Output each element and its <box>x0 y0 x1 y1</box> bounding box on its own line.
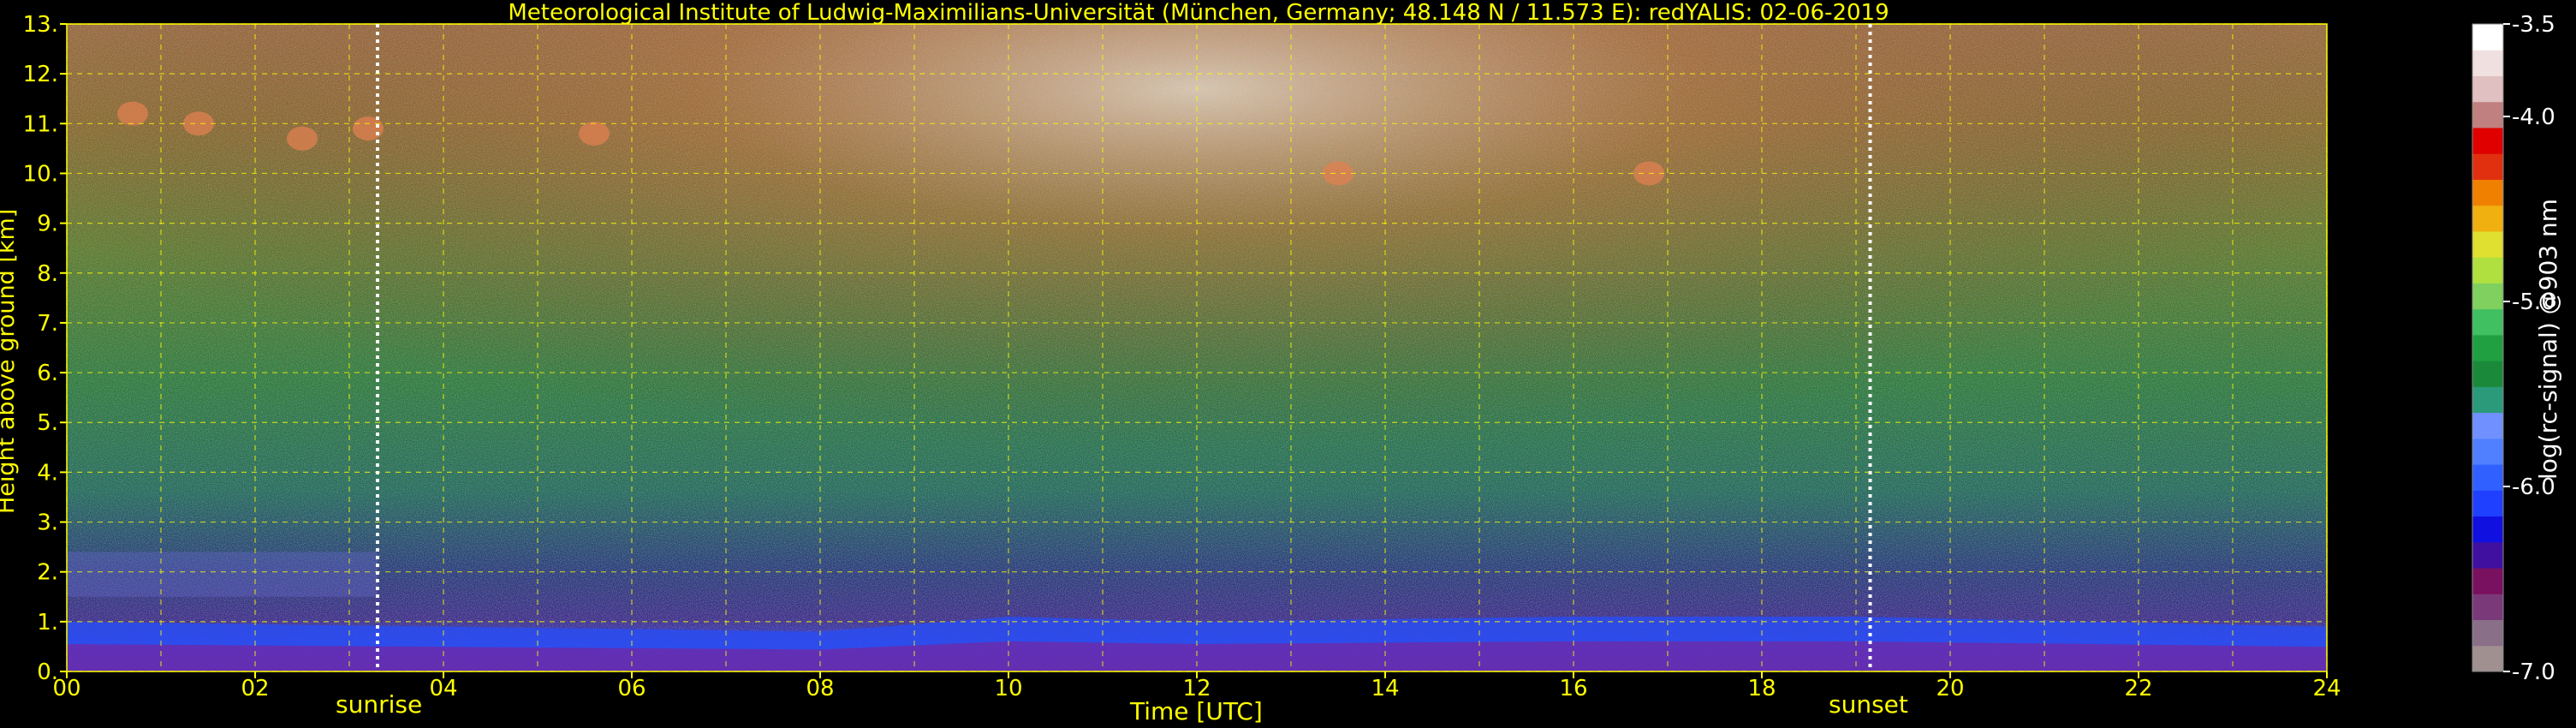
colorbar-segment <box>2472 179 2503 206</box>
lidar-chart: Meteorological Institute of Ludwig-Maxim… <box>0 0 2576 728</box>
x-tick-label: 22 <box>2124 676 2152 701</box>
colorbar-segment <box>2472 308 2503 336</box>
colorbar-segment <box>2472 205 2503 232</box>
x-tick-label: 20 <box>1936 676 1964 701</box>
colorbar-segment <box>2472 568 2503 594</box>
y-tick-label: 11. <box>23 111 58 137</box>
colorbar-segment <box>2472 230 2503 258</box>
cloud-patch <box>183 111 214 136</box>
colorbar-segment <box>2472 619 2503 647</box>
colorbar-label: log(rc-signal) @903 nm <box>2534 198 2562 480</box>
colorbar-tick-label: -3.5 <box>2512 12 2555 38</box>
sunrise-label: sunrise <box>336 690 423 719</box>
y-tick-label: 8. <box>37 261 58 287</box>
x-tick-label: 08 <box>806 676 834 701</box>
y-tick-label: 5. <box>37 410 58 436</box>
colorbar-segment <box>2472 412 2503 439</box>
colorbar-segment <box>2472 386 2503 414</box>
y-tick-label: 3. <box>37 510 58 536</box>
colorbar-segment <box>2472 101 2503 128</box>
colorbar-segment <box>2472 75 2503 103</box>
y-tick-label: 7. <box>37 311 58 337</box>
colorbar-segment <box>2472 153 2503 180</box>
y-tick-label: 0. <box>37 659 58 685</box>
y-tick-label: 10. <box>23 161 58 187</box>
colorbar-segment <box>2472 516 2503 543</box>
colorbar-segment <box>2472 283 2503 310</box>
colorbar-segment <box>2472 464 2503 491</box>
y-tick-label: 9. <box>37 212 58 237</box>
colorbar-segment <box>2472 334 2503 361</box>
x-tick-label: 16 <box>1559 676 1587 701</box>
y-tick-label: 4. <box>37 460 58 486</box>
y-tick-label: 2. <box>37 560 58 586</box>
y-tick-label: 6. <box>37 361 58 386</box>
x-tick-label: 02 <box>241 676 269 701</box>
residual-layer <box>67 552 378 597</box>
y-tick-label: 13. <box>23 12 58 38</box>
colorbar-segment <box>2472 490 2503 517</box>
y-tick-label: 12. <box>23 62 58 87</box>
colorbar-segment <box>2472 50 2503 76</box>
colorbar-tick-label: -4.0 <box>2512 104 2555 130</box>
y-tick-label: 1. <box>37 610 58 636</box>
colorbar-segment <box>2472 541 2503 569</box>
sunset-label: sunset <box>1829 690 1908 719</box>
cloud-patch <box>287 126 318 151</box>
x-tick-label: 06 <box>617 676 645 701</box>
x-tick-label: 04 <box>429 676 457 701</box>
plot-area: 00 02 04 06 08 10 12 14 16 18 20 22 240.1.2.3.4.5.6.… <box>23 12 2555 701</box>
cloud-patch <box>579 121 610 146</box>
x-axis-label: Time [UTC] <box>1130 697 1263 725</box>
colorbar-segment <box>2472 257 2503 283</box>
colorbar-segment <box>2472 645 2503 672</box>
x-tick-label: 24 <box>2312 676 2341 701</box>
colorbar-segment <box>2472 594 2503 621</box>
colorbar-segment <box>2472 438 2503 465</box>
cloud-patch <box>1323 161 1353 186</box>
cloud-patch <box>353 116 384 141</box>
x-tick-label: 14 <box>1371 676 1399 701</box>
x-tick-label: 18 <box>1747 676 1776 701</box>
x-tick-label: 10 <box>994 676 1022 701</box>
colorbar-segment <box>2472 361 2503 387</box>
colorbar-segment <box>2472 24 2503 51</box>
colorbar-segment <box>2472 127 2503 154</box>
cloud-patch <box>117 101 148 126</box>
colorbar-tick-label: -7.0 <box>2512 659 2555 685</box>
y-axis-label: Height above ground [km] <box>0 208 20 514</box>
